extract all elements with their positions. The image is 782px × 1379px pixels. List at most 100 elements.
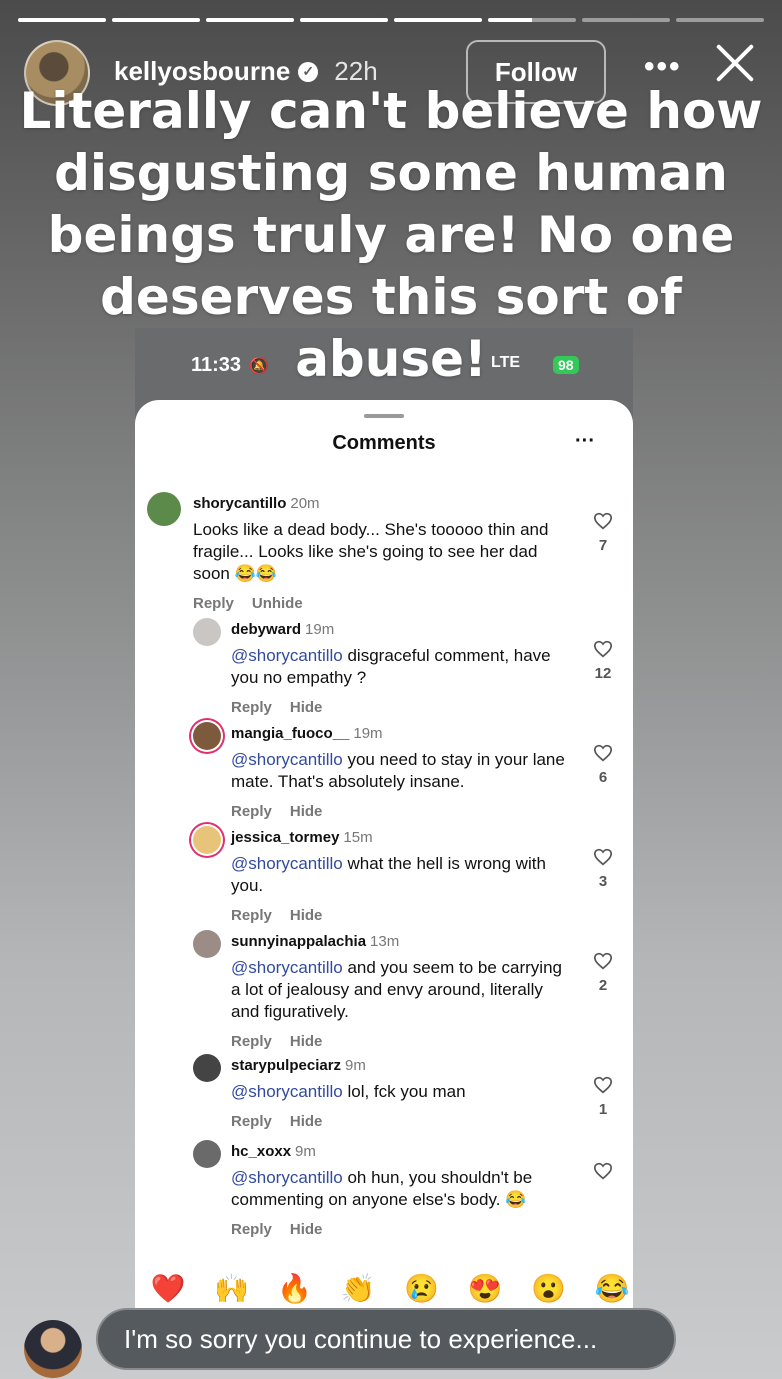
- comment-text: Looks like a dead body... She's tooooo t…: [193, 520, 549, 583]
- commenter-avatar[interactable]: [193, 722, 221, 750]
- reaction-emoji[interactable]: 🙌: [213, 1272, 249, 1305]
- story-progress-bar: [18, 18, 764, 22]
- reply-link[interactable]: Reply: [231, 699, 272, 716]
- reaction-emoji[interactable]: 😂: [594, 1272, 630, 1305]
- heart-icon[interactable]: [593, 640, 613, 658]
- like-control[interactable]: 1: [591, 1076, 615, 1118]
- comments-sheet: Comments ··· shorycantillo 20m Looks like …: [135, 400, 633, 1318]
- comment-body: sunnyinappalachia 13m @shorycantillo and y…: [231, 930, 571, 1053]
- reply-link[interactable]: Reply: [231, 803, 272, 820]
- like-control[interactable]: [591, 1162, 615, 1187]
- reply-bar: I'm so sorry you continue to experience.…: [24, 1308, 724, 1378]
- progress-segment: [394, 18, 482, 22]
- like-count: 7: [598, 537, 608, 554]
- mention-link[interactable]: @shorycantillo: [231, 1168, 343, 1187]
- reaction-emoji[interactable]: ❤️: [150, 1272, 186, 1305]
- comment-text: @shorycantillo and you seem to be carryi…: [231, 958, 562, 1021]
- comments-title: Comments: [332, 432, 436, 454]
- commenter-avatar[interactable]: [193, 1054, 221, 1082]
- progress-segment: [112, 18, 200, 22]
- sheet-handle[interactable]: [364, 414, 404, 418]
- hide-link[interactable]: Hide: [290, 803, 323, 820]
- reply-link[interactable]: Reply: [231, 1221, 272, 1238]
- commenter-avatar[interactable]: [193, 618, 221, 646]
- like-control[interactable]: 12: [591, 640, 615, 682]
- comment-text: @shorycantillo lol, fck you man: [231, 1082, 466, 1101]
- hide-link[interactable]: Hide: [290, 1113, 323, 1130]
- mention-link[interactable]: @shorycantillo: [231, 646, 343, 665]
- like-count: 1: [598, 1101, 608, 1118]
- reaction-emoji[interactable]: 😮: [531, 1272, 567, 1305]
- reaction-emoji[interactable]: 👏: [340, 1272, 376, 1305]
- like-count: 2: [598, 977, 608, 994]
- comment-username[interactable]: starypulpeciarz: [231, 1057, 341, 1074]
- hide-link[interactable]: Hide: [290, 1033, 323, 1050]
- like-count: 12: [594, 665, 612, 682]
- comment-time: 19m: [353, 725, 383, 742]
- comment-time: 9m: [345, 1057, 366, 1074]
- hide-link[interactable]: Hide: [290, 907, 323, 924]
- progress-segment: [676, 18, 764, 22]
- comment-body: jessica_tormey 15m @shorycantillo what the…: [231, 826, 571, 927]
- progress-segment: [300, 18, 388, 22]
- mention-link[interactable]: @shorycantillo: [231, 750, 343, 769]
- comments-more-icon[interactable]: ···: [575, 430, 595, 453]
- mention-link[interactable]: @shorycantillo: [231, 854, 343, 873]
- heart-icon[interactable]: [593, 512, 613, 530]
- progress-segment: [488, 18, 576, 22]
- reply-link[interactable]: Reply: [193, 595, 234, 612]
- progress-segment: [582, 18, 670, 22]
- comment-body: debyward 19m @shorycantillo disgraceful co…: [231, 618, 571, 719]
- viewer-avatar: [24, 1320, 82, 1378]
- reply-input[interactable]: I'm so sorry you continue to experience.…: [96, 1308, 676, 1370]
- heart-icon[interactable]: [593, 848, 613, 866]
- comment-text: @shorycantillo oh hun, you shouldn't be …: [231, 1168, 533, 1209]
- progress-segment: [18, 18, 106, 22]
- shared-screenshot: 11:33 🔕 LTE 98 Comments ··· shorycantill…: [135, 328, 633, 1318]
- comment-time: 9m: [295, 1143, 316, 1160]
- comment-username[interactable]: jessica_tormey: [231, 829, 339, 846]
- like-count: 6: [598, 769, 608, 786]
- commenter-avatar[interactable]: [193, 1140, 221, 1168]
- verified-badge-icon: ✓: [298, 61, 319, 82]
- comment-time: 20m: [290, 495, 320, 512]
- reaction-emoji[interactable]: 😢: [404, 1272, 440, 1305]
- comment-text: @shorycantillo what the hell is wrong wi…: [231, 854, 546, 895]
- comment-username[interactable]: shorycantillo: [193, 495, 286, 512]
- comment-time: 19m: [305, 621, 335, 638]
- hide-link[interactable]: Hide: [290, 1221, 323, 1238]
- comment-text: @shorycantillo disgraceful comment, have…: [231, 646, 551, 687]
- like-control[interactable]: 3: [591, 848, 615, 890]
- reaction-emoji[interactable]: 🔥: [277, 1272, 313, 1305]
- like-control[interactable]: 6: [591, 744, 615, 786]
- reply-link[interactable]: Reply: [231, 1033, 272, 1050]
- comment-username[interactable]: sunnyinappalachia: [231, 933, 366, 950]
- heart-icon[interactable]: [593, 1162, 613, 1180]
- story-overlay-text: Literally can't believe how disgusting s…: [19, 82, 763, 388]
- mention-link[interactable]: @shorycantillo: [231, 1082, 343, 1101]
- reaction-emoji[interactable]: 😍: [467, 1272, 503, 1305]
- heart-icon[interactable]: [593, 744, 613, 762]
- comment-body: mangia_fuoco__ 19m @shorycantillo you need…: [231, 722, 571, 823]
- heart-icon[interactable]: [593, 952, 613, 970]
- comment-body: starypulpeciarz 9m @shorycantillo lol, fck…: [231, 1054, 571, 1133]
- comment-username[interactable]: debyward: [231, 621, 301, 638]
- reply-link[interactable]: Reply: [231, 1113, 272, 1130]
- comment-time: 15m: [343, 829, 373, 846]
- progress-segment: [206, 18, 294, 22]
- heart-icon[interactable]: [593, 1076, 613, 1094]
- comment-username[interactable]: hc_xoxx: [231, 1143, 291, 1160]
- like-control[interactable]: 2: [591, 952, 615, 994]
- hide-link[interactable]: Hide: [290, 699, 323, 716]
- unhide-link[interactable]: Unhide: [252, 595, 303, 612]
- commenter-avatar[interactable]: [193, 930, 221, 958]
- comment-username[interactable]: mangia_fuoco__: [231, 725, 349, 742]
- comment-body: shorycantillo 20m Looks like a dead body..…: [193, 492, 553, 615]
- mention-link[interactable]: @shorycantillo: [231, 958, 343, 977]
- comment-body: hc_xoxx 9m @shorycantillo oh hun, you shou…: [231, 1140, 571, 1241]
- more-options-icon[interactable]: •••: [644, 50, 682, 84]
- like-control[interactable]: 7: [591, 512, 615, 554]
- commenter-avatar[interactable]: [193, 826, 221, 854]
- reply-link[interactable]: Reply: [231, 907, 272, 924]
- commenter-avatar[interactable]: [147, 492, 181, 526]
